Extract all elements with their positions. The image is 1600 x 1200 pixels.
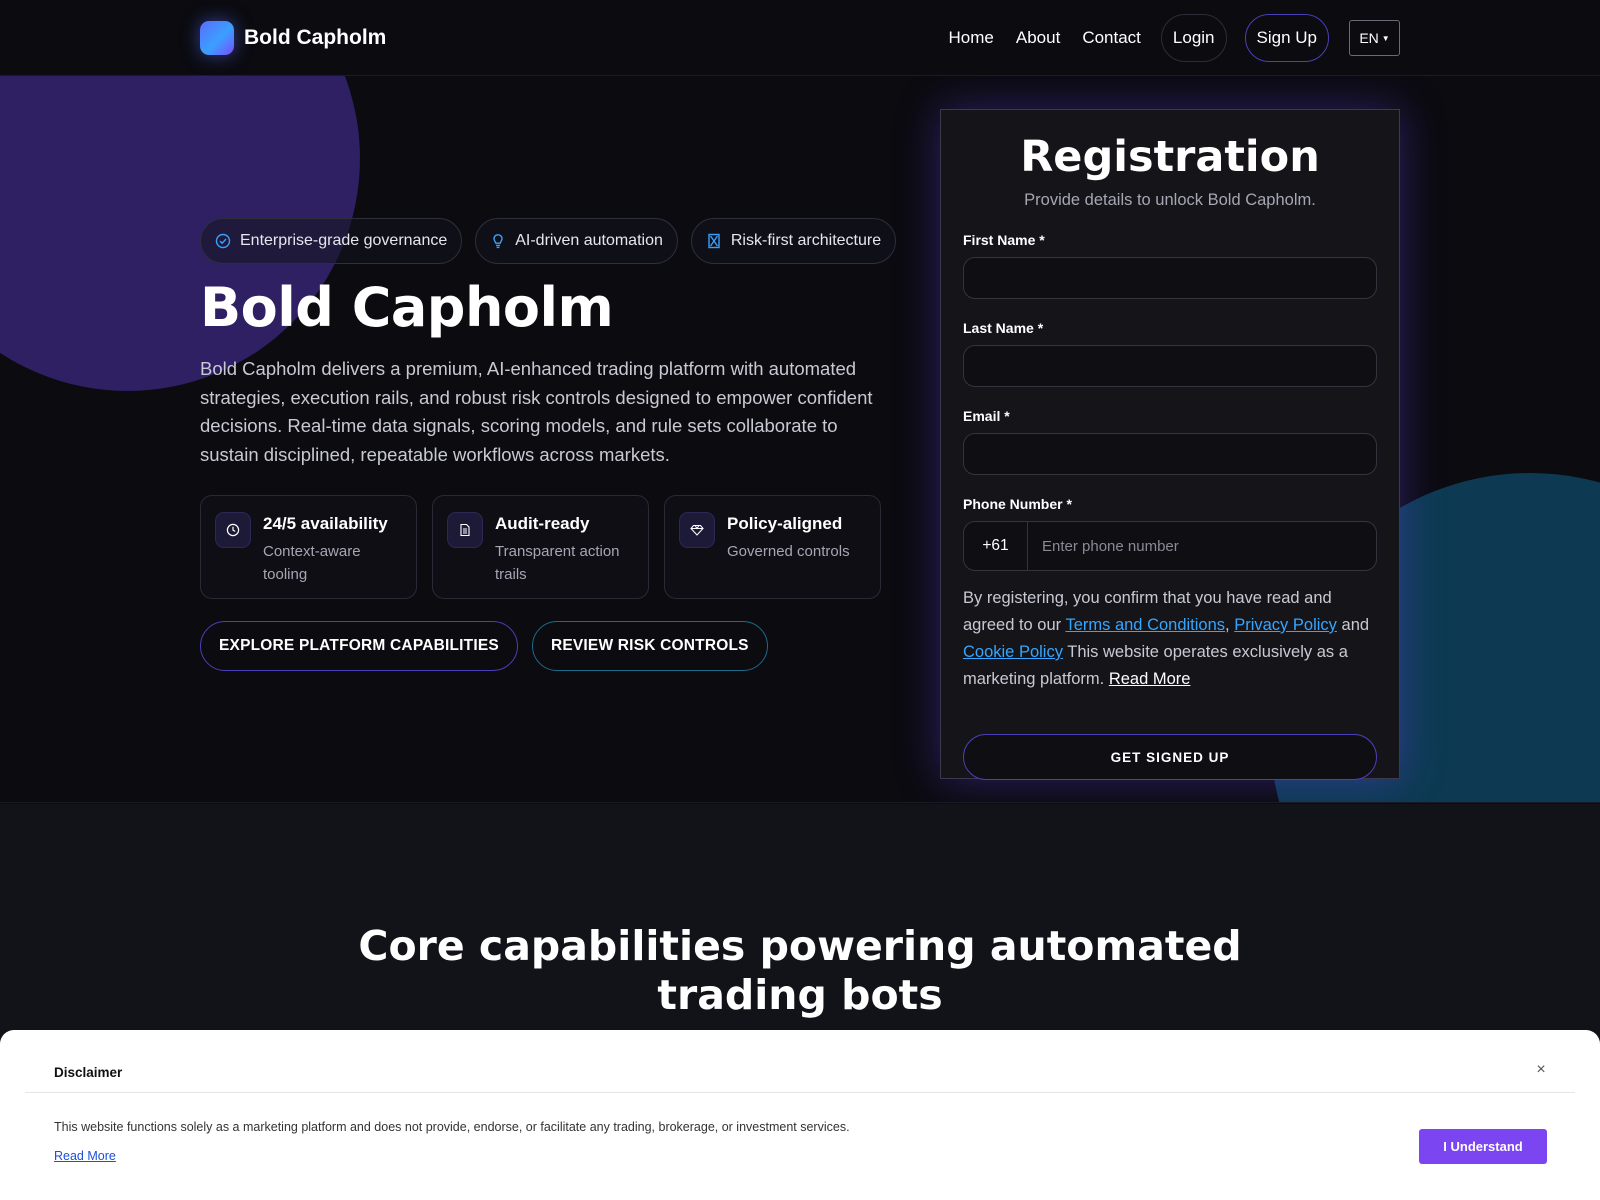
feature-subtitle: Governed controls: [727, 543, 850, 560]
get-signed-up-button[interactable]: GET SIGNED UP: [963, 734, 1377, 780]
login-button[interactable]: Login: [1160, 14, 1227, 62]
review-risk-button[interactable]: REVIEW RISK CONTROLS: [531, 621, 768, 671]
badge-governance: Enterprise-grade governance: [200, 218, 463, 264]
hero-title: Bold Capholm: [200, 276, 614, 339]
privacy-link[interactable]: Privacy Policy: [1234, 616, 1337, 634]
feature-card-availability: 24/5 availability Context-aware tooling: [200, 495, 417, 599]
document-icon: [460, 523, 470, 537]
nav-link-contact[interactable]: Contact: [1080, 28, 1143, 48]
cookie-link[interactable]: Cookie Policy: [963, 643, 1063, 661]
nav-link-home[interactable]: Home: [947, 28, 996, 48]
email-label: Email *: [963, 408, 1010, 424]
disclaimer-read-more-link[interactable]: Read More: [54, 1149, 116, 1163]
feature-card-policy: Policy-aligned Governed controls: [664, 495, 881, 599]
main-nav: Home About Contact Login Sign Up EN ▼: [947, 14, 1400, 62]
hero-section: Enterprise-grade governance AI-driven au…: [0, 76, 1600, 803]
badge-label: Enterprise-grade governance: [240, 232, 448, 249]
signup-button[interactable]: Sign Up: [1244, 14, 1329, 62]
brand[interactable]: Bold Capholm: [200, 21, 386, 55]
feature-title: 24/5 availability: [263, 514, 388, 533]
language-selector[interactable]: EN ▼: [1349, 20, 1400, 56]
close-icon[interactable]: ×: [1531, 1060, 1551, 1080]
first-name-label: First Name *: [963, 232, 1045, 248]
badge-label: AI-driven automation: [515, 232, 663, 249]
navbar: Bold Capholm Home About Contact Login Si…: [0, 0, 1600, 76]
capabilities-title-line1: Core capabilities powering automated: [358, 922, 1242, 970]
last-name-field[interactable]: [963, 345, 1377, 387]
feature-subtitle: Transparent action trails: [495, 543, 620, 583]
phone-label: Phone Number *: [963, 496, 1072, 512]
first-name-field[interactable]: [963, 257, 1377, 299]
i-understand-button[interactable]: I Understand: [1419, 1129, 1547, 1164]
badge-label: Risk-first architecture: [730, 232, 882, 249]
last-name-label: Last Name *: [963, 320, 1044, 336]
capabilities-title-line2: trading bots: [657, 971, 943, 1019]
read-more-link[interactable]: Read More: [1109, 670, 1191, 688]
terms-link[interactable]: Terms and Conditions: [1065, 616, 1225, 634]
disclaimer-divider: [25, 1092, 1575, 1093]
feature-card-audit: Audit-ready Transparent action trails: [432, 495, 649, 599]
feature-subtitle: Context-aware tooling: [263, 543, 361, 583]
brand-name: Bold Capholm: [244, 26, 387, 49]
cta-row: EXPLORE PLATFORM CAPABILITIES REVIEW RIS…: [200, 621, 768, 671]
feature-icon-box: [215, 512, 251, 548]
badge-risk: Risk-first architecture: [690, 218, 897, 264]
disclaimer-banner: Disclaimer × This website functions sole…: [0, 1030, 1600, 1200]
registration-form: Registration Provide details to unlock B…: [940, 109, 1400, 780]
caret-down-icon: ▼: [1381, 33, 1390, 43]
hero-description: Bold Capholm delivers a premium, AI-enha…: [200, 358, 873, 465]
registration-title: Registration: [1020, 132, 1320, 182]
diamond-icon: [690, 524, 704, 536]
phone-country-code[interactable]: +61: [964, 522, 1028, 570]
consent-comma: ,: [1225, 616, 1230, 634]
phone-field-group: +61: [963, 521, 1377, 571]
explore-platform-button[interactable]: EXPLORE PLATFORM CAPABILITIES: [200, 621, 518, 671]
language-label: EN: [1359, 30, 1379, 46]
check-circle-icon: [215, 233, 231, 249]
consent-text: By registering, you confirm that you hav…: [963, 585, 1377, 693]
email-field[interactable]: [963, 433, 1377, 475]
phone-field[interactable]: [1028, 522, 1376, 570]
badge-automation: AI-driven automation: [475, 218, 678, 264]
feature-title: Audit-ready: [495, 514, 590, 533]
feature-icon-box: [447, 512, 483, 548]
feature-icon-box: [679, 512, 715, 548]
capabilities-title: Core capabilities powering automated tra…: [0, 922, 1600, 1020]
lightbulb-icon: [493, 234, 503, 249]
nav-link-about[interactable]: About: [1014, 28, 1062, 48]
registration-subtitle: Provide details to unlock Bold Capholm.: [1024, 191, 1316, 209]
disclaimer-title: Disclaimer: [54, 1065, 123, 1080]
hero-badges: Enterprise-grade governance AI-driven au…: [200, 218, 897, 264]
clock-icon: [226, 523, 240, 537]
hourglass-icon: [708, 233, 720, 249]
consent-and: and: [1341, 616, 1370, 634]
feature-cards: 24/5 availability Context-aware tooling …: [200, 495, 881, 599]
feature-title: Policy-aligned: [727, 514, 843, 533]
brand-logo-icon: [200, 21, 234, 55]
disclaimer-text: This website functions solely as a marke…: [54, 1120, 850, 1134]
